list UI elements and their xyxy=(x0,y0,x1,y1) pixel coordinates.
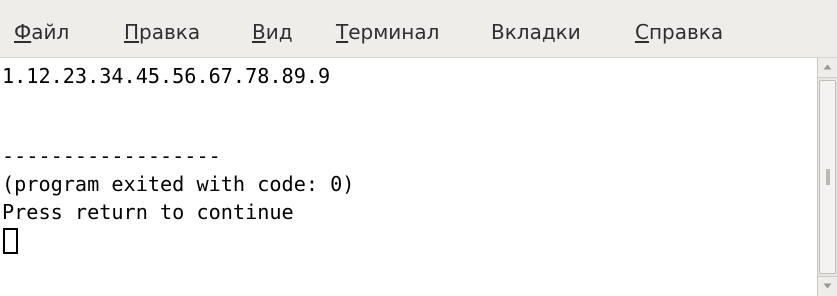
menu-help-label-post: правка xyxy=(648,20,724,44)
menu-help-mnemonic: С xyxy=(635,20,649,44)
menu-view-mnemonic: В xyxy=(252,20,266,44)
menu-tabs-label-pre: Вкла xyxy=(491,20,542,44)
menu-terminal-mnemonic: Т xyxy=(336,20,349,44)
menu-tabs-mnemonic: д xyxy=(541,20,556,44)
menu-terminal-label-post: ерминал xyxy=(348,20,440,44)
menu-file[interactable]: Файл xyxy=(14,20,69,44)
arrow-up-glyph xyxy=(823,64,832,70)
text-cursor xyxy=(3,228,18,254)
menu-edit[interactable]: Правка xyxy=(124,20,200,44)
terminal-window: Файл Правка Вид Терминал Вкладки Справка… xyxy=(0,0,837,296)
menu-bar: Файл Правка Вид Терминал Вкладки Справка xyxy=(0,0,837,58)
arrow-down-glyph xyxy=(823,283,832,289)
scroll-grip xyxy=(826,169,830,185)
menu-terminal[interactable]: Терминал xyxy=(336,20,439,44)
menu-file-label-post: айл xyxy=(31,20,70,44)
menu-file-mnemonic: Ф xyxy=(14,20,32,44)
menu-tabs[interactable]: Вкладки xyxy=(491,20,581,44)
arrow-down-icon[interactable] xyxy=(818,276,837,296)
terminal-line-separator: ------------------ xyxy=(2,144,221,168)
arrow-up-icon[interactable] xyxy=(818,58,837,78)
menu-view-label-post: ид xyxy=(265,20,293,44)
vertical-scrollbar[interactable] xyxy=(817,58,837,296)
scroll-thumb[interactable] xyxy=(819,80,836,274)
menu-view[interactable]: Вид xyxy=(252,20,293,44)
terminal-line-exit-code: (program exited with code: 0) xyxy=(2,172,355,196)
menu-help[interactable]: Справка xyxy=(635,20,723,44)
terminal-line-prompt: Press return to continue xyxy=(2,200,294,224)
terminal-line-output: 1.12.23.34.45.56.67.78.89.9 xyxy=(2,64,331,88)
menu-edit-mnemonic: П xyxy=(124,20,140,44)
menu-edit-label-post: равка xyxy=(139,20,201,44)
menu-tabs-label-post: ки xyxy=(555,20,581,44)
terminal-output[interactable]: 1.12.23.34.45.56.67.78.89.9 ------------… xyxy=(0,58,817,296)
